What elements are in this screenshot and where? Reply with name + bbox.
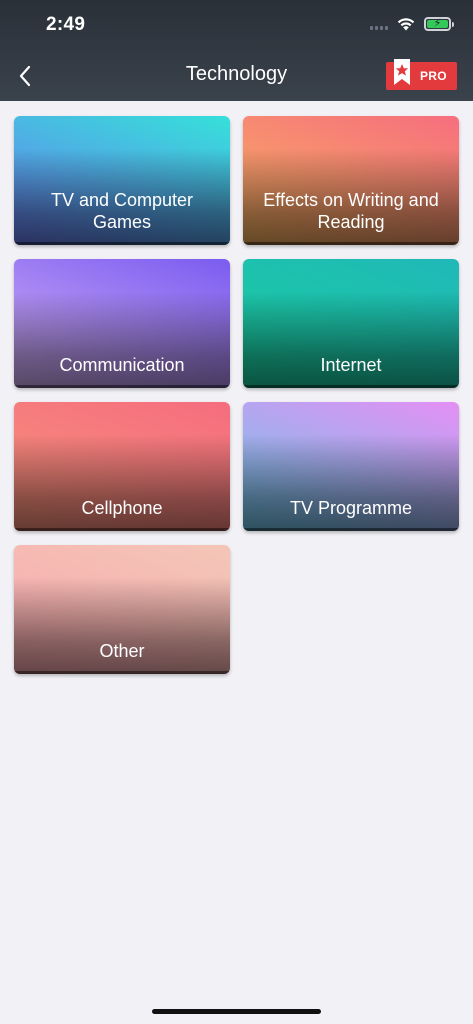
pro-label: PRO: [420, 69, 447, 83]
category-card-other[interactable]: Other: [14, 545, 230, 674]
category-card-tv-programme[interactable]: TV Programme: [243, 402, 459, 531]
status-time: 2:49: [46, 14, 86, 35]
battery-charging-icon: ⚡: [424, 17, 454, 31]
status-icons: ⚡: [370, 16, 454, 32]
category-label: Cellphone: [81, 498, 163, 518]
category-grid: TV and Computer Games Effects on Writing…: [14, 116, 459, 674]
category-label: TV and Computer Games: [50, 190, 194, 232]
category-label: Internet: [320, 355, 382, 375]
category-card-communication[interactable]: Communication: [14, 259, 230, 388]
category-label: TV Programme: [289, 498, 413, 518]
home-indicator: [152, 1009, 321, 1014]
category-label: Other: [99, 641, 145, 661]
pro-upgrade-button[interactable]: PRO: [386, 59, 457, 90]
category-label: Communication: [59, 355, 185, 375]
category-card-tv-and-computer-games[interactable]: TV and Computer Games: [14, 116, 230, 245]
category-card-internet[interactable]: Internet: [243, 259, 459, 388]
wifi-icon: [397, 18, 415, 31]
bookmark-star-icon: [394, 59, 410, 85]
category-label: Effects on Writing and Reading: [263, 190, 439, 232]
cellular-signal-icon: [370, 18, 388, 30]
category-card-effects-on-writing-and-reading[interactable]: Effects on Writing and Reading: [243, 116, 459, 245]
nav-header: 2:49 ⚡ Technology PRO: [0, 0, 473, 101]
category-card-cellphone[interactable]: Cellphone: [14, 402, 230, 531]
